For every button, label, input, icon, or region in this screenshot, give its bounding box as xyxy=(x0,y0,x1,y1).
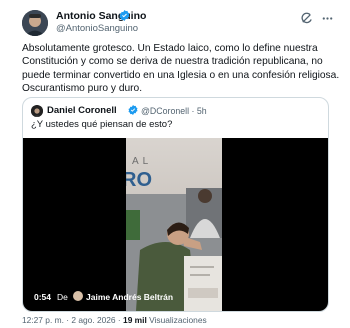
video-credit-prefix: De xyxy=(57,292,68,302)
video-timestamp: 0:54 xyxy=(34,292,52,302)
author-handle[interactable]: @AntonioSanguino xyxy=(56,23,138,34)
video-frame: AL RO xyxy=(126,138,222,311)
post-text-line: Absolutamente grotesco. Un Estado laico,… xyxy=(22,43,318,54)
svg-text:RO: RO xyxy=(126,169,152,191)
post-text-line: Constitución y como se deriva de nuestra… xyxy=(22,56,323,68)
verified-badge-icon xyxy=(128,105,138,115)
svg-text:AL: AL xyxy=(132,156,152,167)
video-credit-avatar xyxy=(73,291,83,301)
post-text-line: Oscurantismo puro y duro. xyxy=(22,82,143,94)
more-icon[interactable] xyxy=(321,12,334,25)
verified-badge-icon xyxy=(119,10,130,21)
post-timestamp[interactable]: 12:27 p. m. · 2 ago. 2026 · xyxy=(22,315,123,325)
quoted-author-handle[interactable]: @DCoronell · 5h xyxy=(141,106,207,116)
quoted-post[interactable]: Daniel Coronell @DCoronell · 5h ¿Y usted… xyxy=(22,97,329,312)
quoted-author-avatar[interactable] xyxy=(31,105,43,117)
post-meta: 12:27 p. m. · 2 ago. 2026 · 19 mil Visua… xyxy=(22,315,207,325)
grok-icon[interactable] xyxy=(300,12,313,25)
post: Antonio Sanguino @AntonioSanguino Absolu… xyxy=(0,0,350,328)
author-avatar[interactable] xyxy=(22,10,48,36)
video-player[interactable]: AL RO 0:54 De Jaime Andrés Beltrán xyxy=(23,138,328,311)
views-label: Visualizaciones xyxy=(146,315,207,325)
author-name[interactable]: Antonio Sanguino xyxy=(56,10,146,22)
video-credit-name[interactable]: Jaime Andrés Beltrán xyxy=(86,292,173,302)
views-count: 19 mil xyxy=(123,315,147,325)
post-text-line: puede terminar convertido en una Iglesia… xyxy=(22,69,340,81)
post-text: Absolutamente grotesco. Un Estado laico,… xyxy=(22,42,340,95)
quoted-author-name[interactable]: Daniel Coronell xyxy=(47,105,117,116)
quoted-post-text: ¿Y ustedes qué piensan de esto? xyxy=(31,119,173,130)
